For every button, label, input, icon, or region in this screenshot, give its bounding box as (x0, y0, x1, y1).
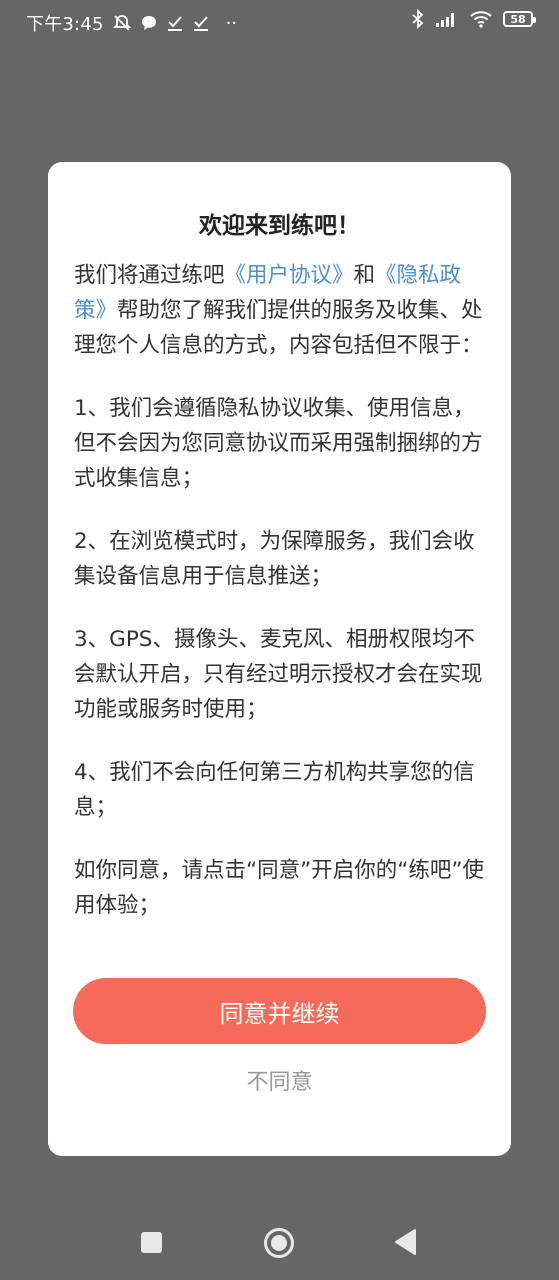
mute-bell-icon (112, 13, 132, 33)
disagree-button[interactable]: 不同意 (48, 1064, 511, 1096)
dialog-title: 欢迎来到练吧！ (199, 213, 360, 239)
policy-item-3: 3、GPS、摄像头、麦克风、相册权限均不会默认开启，只有经过明示授权才会在实现功… (74, 627, 483, 722)
battery-icon: 58 (503, 11, 536, 27)
intro-paragraph: 我们将通过练吧《用户协议》和《隐私政策》帮助您了解我们提供的服务及收集、处理您个… (74, 258, 486, 363)
chat-bubble-icon (140, 14, 158, 32)
more-notifications-dots: ·· (225, 12, 238, 34)
intro-after: 帮助您了解我们提供的服务及收集、处理您个人信息的方式，内容包括但不限于： (74, 298, 483, 358)
agree-continue-button[interactable]: 同意并继续 (73, 978, 486, 1044)
navigation-bar (0, 1200, 559, 1280)
intro-before: 我们将通过练吧 (74, 263, 225, 288)
intro-and: 和 (353, 263, 376, 288)
battery-level: 58 (510, 12, 526, 26)
bluetooth-icon (411, 9, 425, 29)
wifi-icon (469, 10, 493, 28)
closing-paragraph: 如你同意，请点击“同意”开启你的“练吧”使用体验； (74, 858, 485, 918)
download-check-icon (192, 14, 210, 32)
download-check-icon (166, 14, 184, 32)
policy-item-4: 4、我们不会向任何第三方机构共享您的信息； (74, 760, 475, 820)
back-triangle-icon[interactable] (393, 1228, 417, 1256)
cellular-signal-icon (435, 10, 459, 28)
user-agreement-link[interactable]: 《用户协议》 (225, 263, 354, 288)
status-bar: 下午3:45 ·· 58 (0, 0, 559, 44)
home-circle-icon[interactable] (263, 1227, 295, 1259)
dialog-body: 我们将通过练吧《用户协议》和《隐私政策》帮助您了解我们提供的服务及收集、处理您个… (74, 258, 486, 951)
policy-item-2: 2、在浏览模式时，为保障服务，我们会收集设备信息用于信息推送； (74, 529, 475, 589)
status-time: 下午3:45 (26, 14, 104, 35)
policy-item-1: 1、我们会遵循隐私协议收集、使用信息，但不会因为您同意协议而采用强制捆绑的方式收… (74, 396, 483, 491)
privacy-consent-dialog: 欢迎来到练吧！ 我们将通过练吧《用户协议》和《隐私政策》帮助您了解我们提供的服务… (48, 162, 511, 1156)
recents-square-icon[interactable] (141, 1232, 162, 1253)
